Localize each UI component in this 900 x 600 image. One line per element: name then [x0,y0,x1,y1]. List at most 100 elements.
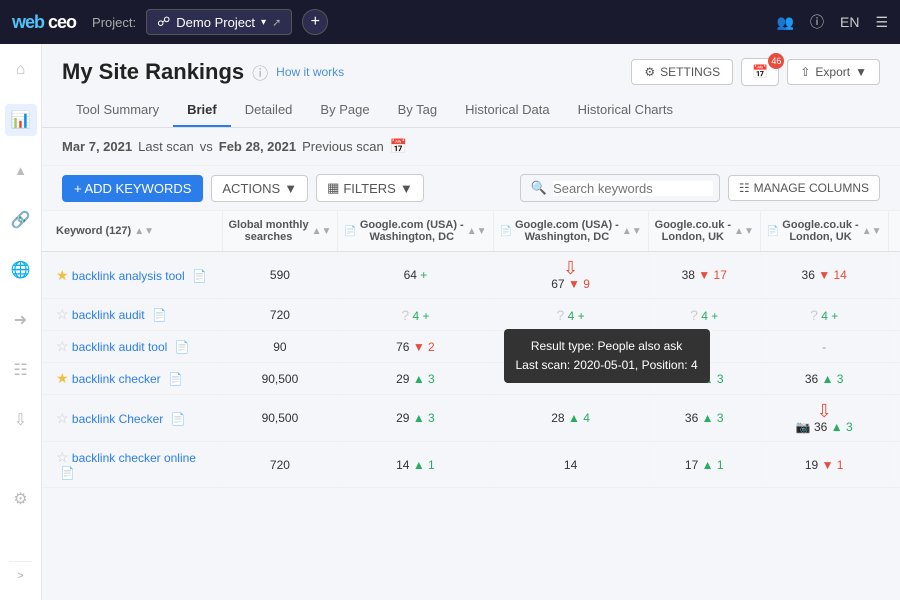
filters-button[interactable]: ▦ FILTERS ▼ [316,174,424,202]
chevron-down-icon: ▼ [855,65,867,79]
searches-cell: 90,500 [222,363,338,395]
search-icon: 🔍 [531,180,547,196]
g-usa2-cell: ? 4 + Result type: People also ask Last … [493,299,648,331]
col-header-youtube[interactable]: YoutubeCorp Cha... [888,211,900,252]
chevron-down-icon: ▼ [400,181,413,196]
keyword-link[interactable]: backlink analysis tool [72,269,185,283]
sidebar-item-home[interactable]: ⌂ [5,54,37,86]
col-header-searches[interactable]: Global monthlysearches ▲▼ [222,211,338,252]
users-icon[interactable]: 👥 [777,14,794,31]
sidebar-item-link[interactable]: 🔗 [5,204,37,236]
star-empty-icon[interactable]: ☆ [56,449,69,465]
export-button[interactable]: ⇧ Export ▼ [787,59,880,85]
trend-icon-down: ▼ [822,458,834,472]
chevron-down-icon: ▼ [284,181,297,196]
help-icon[interactable]: ⓘ [810,12,824,32]
col-header-google-usa2[interactable]: 📄 Google.com (USA) -Washington, DC ▲▼ [493,211,648,252]
star-empty-icon[interactable]: ☆ [56,306,69,322]
sort-icon: ▲▼ [862,226,882,237]
col-header-google-uk1[interactable]: Google.co.uk -London, UK ▲▼ [648,211,760,252]
tab-tool-summary[interactable]: Tool Summary [62,94,173,127]
columns-icon: ☷ [739,181,750,195]
keyword-header-label: Keyword (127) [56,225,131,237]
search-input[interactable] [553,181,713,196]
keyword-link[interactable]: backlink checker [72,372,161,386]
settings-button[interactable]: ⚙ SETTINGS [631,59,733,85]
sidebar: ⌂ 📊 ▲ 🔗 🌐 ➜ ☷ ⇩ ⚙ > [0,44,42,600]
trend-icon-up: ▲ [413,458,425,472]
col-header-google-usa1[interactable]: 📄 Google.com (USA) -Washington, DC ▲▼ [338,211,493,252]
big-down-arrow: ⇩ [500,259,642,277]
keyword-link[interactable]: backlink checker online [72,451,196,465]
sidebar-expand-button[interactable]: > [9,561,31,590]
star-empty-icon[interactable]: ☆ [56,338,69,354]
g-uk2-cell: 36 ▼ 14 [760,252,888,299]
project-selector[interactable]: ☍ Demo Project ▾ ➚ [146,9,292,35]
add-keywords-button[interactable]: + ADD KEYWORDS [62,175,203,202]
question-mark-tooltip-trigger[interactable]: ? [556,307,564,323]
g-usa1-cell: 64 + [338,252,493,299]
tab-detailed[interactable]: Detailed [231,94,307,127]
keyword-cell: ☆ backlink checker online 📄 [42,442,222,488]
doc-icon: 📄 [60,466,75,480]
sidebar-item-settings[interactable]: ⚙ [5,483,37,515]
keyword-link[interactable]: backlink audit [72,308,145,322]
project-name: Demo Project [176,15,255,30]
project-label: Project: [92,15,136,30]
sidebar-item-bars[interactable]: ☷ [5,354,37,386]
sidebar-item-analytics[interactable]: 📊 [5,104,37,136]
sort-icon: ▲▼ [467,226,487,237]
sidebar-item-chart[interactable]: ▲ [5,154,37,186]
star-icon[interactable]: ★ [56,370,69,386]
question-mark-icon: ? [810,307,818,323]
external-link-icon: ➚ [272,16,281,29]
doc-icon: 📄 [171,412,186,426]
tab-historical-data[interactable]: Historical Data [451,94,564,127]
sidebar-item-down[interactable]: ⇩ [5,404,37,436]
trend-icon-up: ▲ [702,411,714,425]
menu-icon[interactable]: ☰ [875,14,888,31]
add-project-button[interactable]: + [302,9,328,35]
header-actions: ⚙ SETTINGS 📅 46 ⇧ Export ▼ [631,58,880,86]
trend-icon-down: ▼ [568,277,580,291]
google-usa2-label: Google.com (USA) -Washington, DC [515,219,619,243]
g-uk1-cell: 17 ▲ 1 [648,442,760,488]
tab-brief[interactable]: Brief [173,94,231,127]
g-uk1-cell: 36 ▲ 3 [648,395,760,442]
sidebar-item-tag[interactable]: ➜ [5,304,37,336]
tab-historical-charts[interactable]: Historical Charts [564,94,687,127]
youtube-cell [888,252,900,299]
last-scan-label: Last scan [138,139,194,154]
searches-cell: 90 [222,331,338,363]
page-icon-usa1: 📄 [344,226,356,237]
date-picker-icon[interactable]: 📅 [390,138,407,155]
tabs-bar: Tool Summary Brief Detailed By Page By T… [42,94,900,128]
table-row: ☆ backlink Checker 📄 90,500 29 ▲ 3 28 ▲ … [42,395,900,442]
sidebar-item-globe[interactable]: 🌐 [5,254,37,286]
tab-by-page[interactable]: By Page [306,94,383,127]
keyword-link[interactable]: backlink audit tool [72,340,167,354]
tab-by-tag[interactable]: By Tag [384,94,452,127]
lang-selector[interactable]: EN [840,14,859,30]
g-uk2-cell: 36 ▲ 3 [760,363,888,395]
manage-columns-button[interactable]: ☷ MANAGE COLUMNS [728,175,880,201]
keyword-cell: ☆ backlink Checker 📄 [42,395,222,442]
calendar-button[interactable]: 📅 46 [741,58,779,86]
trend-icon-up: ▲ [568,411,580,425]
col-header-keyword[interactable]: Keyword (127) ▲▼ [42,211,222,252]
keyword-cell: ☆ backlink audit 📄 [42,299,222,331]
col-header-google-uk2[interactable]: 📄 Google.co.uk -London, UK ▲▼ [760,211,888,252]
trend-icon-up: ▲ [413,372,425,386]
keyword-link[interactable]: backlink Checker [72,412,163,426]
g-usa1-cell: 29 ▲ 3 [338,363,493,395]
trend-icon-up: ▲ [702,458,714,472]
how-it-works-link[interactable]: How it works [276,65,344,79]
page-header: My Site Rankings ⓘ How it works ⚙ SETTIN… [42,44,900,86]
star-empty-icon[interactable]: ☆ [56,410,69,426]
table-row: ☆ backlink checker online 📄 720 14 ▲ 1 1… [42,442,900,488]
star-icon[interactable]: ★ [56,267,69,283]
table-row: ★ backlink checker 📄 90,500 29 ▲ 3 28 ▲ … [42,363,900,395]
last-scan-date: Mar 7, 2021 [62,139,132,154]
actions-button[interactable]: ACTIONS ▼ [211,175,308,202]
image-icon: 📷 [796,420,811,434]
